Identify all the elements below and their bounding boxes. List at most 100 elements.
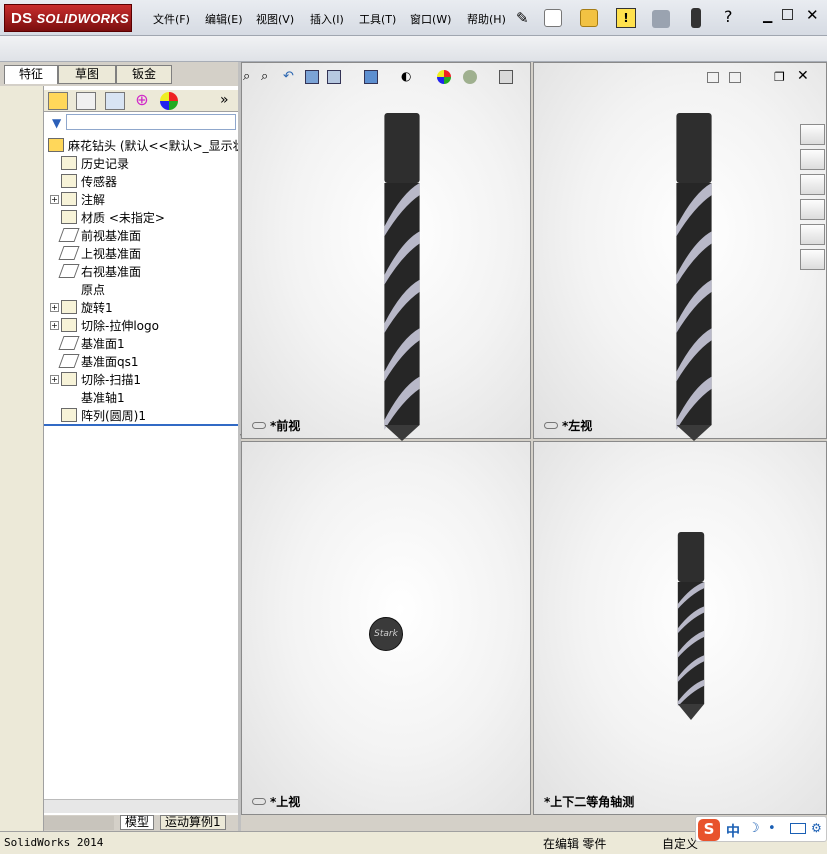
tree-expander-icon	[50, 213, 59, 222]
tree-expander-icon[interactable]: +	[50, 302, 59, 312]
tree-item[interactable]: + 切除-扫描1	[50, 370, 141, 388]
zoom-to-fit-icon[interactable]: ⌕	[243, 69, 250, 84]
traffic-light-icon[interactable]	[691, 8, 701, 28]
menu-window[interactable]: 窗口(W)	[410, 11, 451, 27]
drill-tip	[384, 425, 420, 441]
viewport-close-icon[interactable]: ✕	[797, 68, 809, 84]
display-manager-icon[interactable]	[160, 92, 178, 110]
custom-units[interactable]: 自定义	[662, 835, 698, 852]
pin-icon[interactable]: ✎	[516, 9, 529, 27]
tree-item[interactable]: 右视基准面	[50, 262, 141, 280]
tree-expander-icon[interactable]: +	[50, 194, 59, 204]
ime-mode-label[interactable]: 中	[726, 821, 740, 841]
ime-keyboard-icon[interactable]	[790, 823, 806, 834]
tree-item[interactable]: 基准面qs1	[50, 352, 139, 370]
tree-item[interactable]: 基准面1	[50, 334, 125, 352]
ime-moon-icon[interactable]: ☽	[748, 821, 760, 836]
solidworks-logo[interactable]: DS SOLIDWORKS	[4, 4, 132, 32]
tab-sheet-metal[interactable]: 钣金	[116, 65, 172, 84]
view-palette-icon[interactable]	[800, 199, 825, 220]
tree-root[interactable]: 麻花钻头 (默认<<默认>_显示状	[48, 136, 245, 154]
menu-view[interactable]: 视图(V)	[256, 11, 294, 27]
custom-properties-icon[interactable]	[800, 249, 825, 270]
tree-item[interactable]: 材质 <未指定>	[50, 208, 165, 226]
dimxpert-icon[interactable]: ⊕	[132, 92, 152, 110]
tree-item[interactable]: + 旋转1	[50, 298, 113, 316]
tab-sketch[interactable]: 草图	[58, 65, 116, 84]
ime-punct-icon[interactable]: •	[768, 821, 776, 836]
drill-tip	[676, 425, 712, 441]
revolve-icon	[61, 300, 77, 314]
viewport-left[interactable]: *左视	[533, 62, 827, 441]
display-style-icon[interactable]	[364, 70, 378, 84]
help-icon[interactable]: ?	[724, 7, 733, 26]
view-settings-icon[interactable]	[499, 70, 513, 84]
tree-hscrollbar[interactable]	[44, 799, 238, 813]
link-views-icon[interactable]	[252, 422, 266, 429]
link-views-icon[interactable]	[544, 422, 558, 429]
panel-more-icon[interactable]: »	[220, 92, 229, 108]
tree-item[interactable]: 前视基准面	[50, 226, 141, 244]
filter-icon[interactable]: ▼	[52, 116, 61, 130]
menu-tools[interactable]: 工具(T)	[359, 11, 396, 27]
tree-item[interactable]: 阵列(圆周)1	[50, 406, 146, 424]
menu-file[interactable]: 文件(F)	[153, 11, 190, 27]
tab-motion-study[interactable]: 运动算例1	[160, 815, 226, 830]
new-document-icon[interactable]	[544, 9, 562, 27]
viewport-layout-icon[interactable]	[707, 72, 719, 83]
feature-manager-icon[interactable]	[48, 92, 68, 110]
appearances-icon[interactable]	[800, 224, 825, 245]
viewport-front[interactable]: *前视	[241, 62, 531, 441]
tab-scroll-arrows[interactable]	[44, 816, 114, 830]
feature-manager-tree: ⊕ » ▼ 麻花钻头 (默认<<默认>_显示状 历史记录 传感器 + 注解 材质 <未指…	[44, 86, 245, 831]
tree-item[interactable]: 基准轴1	[50, 388, 125, 406]
tree-item[interactable]: 原点	[50, 280, 105, 298]
viewport-isometric[interactable]: *上下二等角轴测	[533, 441, 827, 815]
link-views-icon[interactable]	[252, 798, 266, 805]
open-folder-icon[interactable]	[580, 9, 598, 27]
tree-expander-icon	[50, 339, 59, 348]
property-manager-icon[interactable]	[76, 92, 96, 110]
tree-item-label: 历史记录	[81, 156, 130, 171]
menu-insert[interactable]: 插入(I)	[310, 11, 344, 27]
hide-show-items-icon[interactable]: ◐	[401, 69, 411, 83]
solidworks-resources-icon[interactable]	[800, 124, 825, 145]
viewport-restore-icon[interactable]: ❐	[774, 70, 785, 84]
apply-scene-icon[interactable]	[463, 70, 477, 84]
tree-expander-icon[interactable]: +	[50, 374, 59, 384]
minimize-icon[interactable]: ▁	[763, 9, 772, 23]
zoom-to-area-icon[interactable]: ⌕	[261, 69, 268, 84]
rollback-bar[interactable]	[44, 424, 238, 426]
viewport-top-label: *上视	[252, 793, 300, 810]
menu-edit[interactable]: 编辑(E)	[205, 11, 243, 27]
print-icon[interactable]	[652, 10, 670, 28]
tree-expander-icon[interactable]: +	[50, 320, 59, 330]
restore-icon[interactable]	[782, 9, 793, 20]
section-view-icon[interactable]	[305, 70, 319, 84]
tree-item-label: 阵列(圆周)1	[81, 408, 146, 423]
viewport-top[interactable]: Stark *上视	[241, 441, 531, 815]
edit-appearance-icon[interactable]	[437, 70, 451, 84]
tree-item[interactable]: 传感器	[50, 172, 117, 190]
viewport-layout-2-icon[interactable]	[729, 72, 741, 83]
tree-item[interactable]: + 注解	[50, 190, 105, 208]
drill-tip	[677, 704, 705, 720]
file-explorer-icon[interactable]	[800, 174, 825, 195]
previous-view-icon[interactable]: ↶	[283, 69, 294, 84]
filter-input[interactable]	[66, 114, 236, 130]
configuration-manager-icon[interactable]	[105, 92, 125, 110]
menu-help[interactable]: 帮助(H)	[467, 11, 506, 27]
design-library-icon[interactable]	[800, 149, 825, 170]
view-orientation-icon[interactable]	[327, 70, 341, 84]
tree-item[interactable]: + 切除-拉伸logo	[50, 316, 159, 334]
drill-front-model	[384, 113, 420, 441]
tree-item[interactable]: 历史记录	[50, 154, 129, 172]
tree-item[interactable]: 上视基准面	[50, 244, 141, 262]
tab-model[interactable]: 模型	[120, 815, 155, 830]
rebuild-warning-icon[interactable]: !	[616, 8, 636, 28]
tab-features[interactable]: 特征	[4, 65, 58, 84]
sogou-logo-icon[interactable]: S	[698, 819, 720, 841]
close-icon[interactable]: ✕	[806, 6, 819, 24]
ime-settings-icon[interactable]: ⚙	[811, 821, 822, 835]
cut-sweep-icon	[61, 372, 77, 386]
